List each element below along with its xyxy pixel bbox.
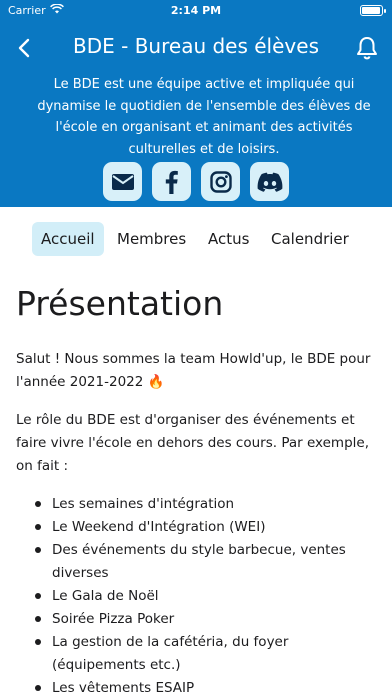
page-header-title: BDE - Bureau des élèves: [73, 34, 319, 58]
discord-button[interactable]: [250, 162, 289, 201]
tab-membres[interactable]: Membres: [117, 222, 186, 256]
list-item: Le Weekend d'Intégration (WEI): [16, 516, 372, 539]
battery-icon: [360, 5, 386, 16]
activities-list: Les semaines d'intégration Le Weekend d'…: [16, 493, 372, 696]
list-item: Les semaines d'intégration: [16, 493, 372, 516]
tab-actus[interactable]: Actus: [208, 222, 249, 256]
header: Carrier 2:14 PM BDE - Bureau des élèves …: [0, 0, 392, 207]
instagram-button[interactable]: [201, 162, 240, 201]
status-time: 2:14 PM: [170, 4, 222, 17]
facebook-button[interactable]: [152, 162, 191, 201]
list-item: Soirée Pizza Poker: [16, 608, 372, 631]
main-content: Présentation Salut ! Nous sommes la team…: [16, 278, 372, 696]
tab-calendrier[interactable]: Calendrier: [271, 222, 349, 256]
status-bar: Carrier 2:14 PM: [0, 0, 392, 24]
page-title: Présentation: [16, 284, 224, 323]
social-buttons: [0, 162, 392, 201]
list-item: Des événements du style barbecue, ventes…: [16, 539, 372, 585]
intro-paragraph: Salut ! Nous sommes la team Howld'up, le…: [16, 351, 371, 390]
role-paragraph: Le rôle du BDE est d'organiser des événe…: [16, 412, 369, 474]
list-item: La gestion de la cafétéria, du foyer (éq…: [16, 631, 372, 677]
navigation-bar: BDE - Bureau des élèves: [0, 30, 392, 66]
header-description: Le BDE est une équipe active et impliqué…: [37, 77, 371, 157]
chevron-left-icon: [18, 38, 30, 58]
tab-bar: Accueil Membres Actus Calendrier: [0, 222, 392, 258]
bell-icon: [357, 37, 377, 60]
email-button[interactable]: [103, 162, 142, 201]
instagram-icon: [209, 170, 232, 193]
back-button[interactable]: [10, 34, 38, 62]
tab-accueil[interactable]: Accueil: [32, 222, 104, 256]
notifications-button[interactable]: [354, 35, 380, 61]
list-item: Les vêtements ESAIP: [16, 677, 372, 696]
discord-icon: [257, 172, 282, 192]
list-item: Le Gala de Noël: [16, 585, 372, 608]
facebook-icon: [165, 170, 178, 194]
email-icon: [111, 173, 134, 190]
